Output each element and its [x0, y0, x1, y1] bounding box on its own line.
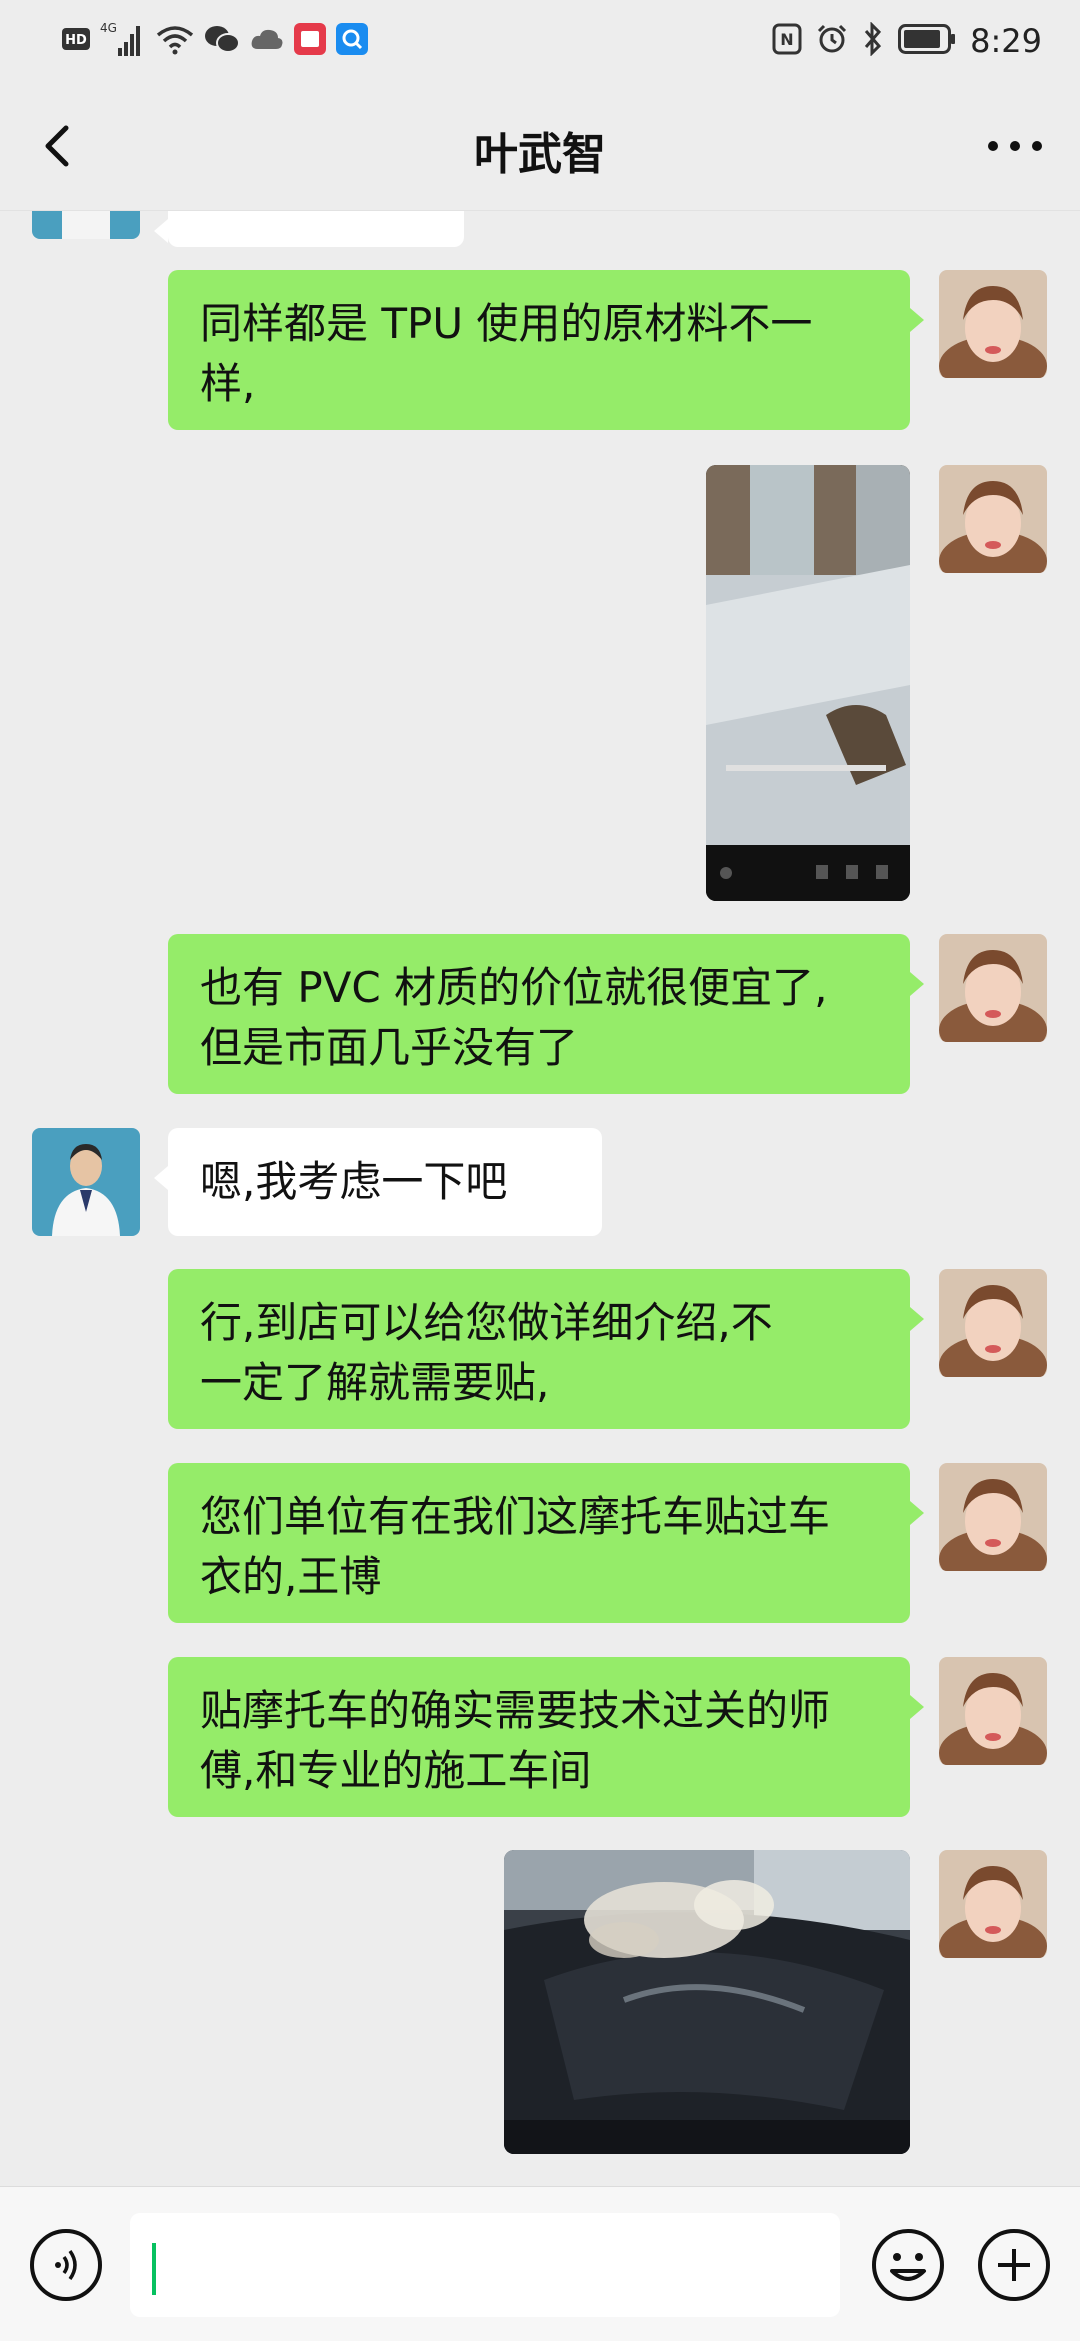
- voice-icon: [55, 2249, 77, 2281]
- emoji-icon: [872, 2229, 944, 2301]
- status-bar-right: N 8:29: [772, 20, 1042, 62]
- wifi-icon: [156, 23, 194, 59]
- svg-text:4G: 4G: [100, 21, 117, 35]
- message-line: 嗯,我考虑一下吧: [200, 1157, 508, 1206]
- cloud-icon: [250, 27, 284, 55]
- plus-button[interactable]: [978, 2229, 1050, 2301]
- message-bubble[interactable]: 贴摩托车的确实需要技术过关的师 傅,和专业的施工车间: [168, 1657, 924, 1817]
- contact-avatar[interactable]: [32, 211, 140, 239]
- my-avatar[interactable]: [939, 465, 1047, 573]
- hd-icon: HD: [62, 28, 90, 54]
- my-avatar[interactable]: [939, 934, 1047, 1042]
- message-bubble[interactable]: 您们单位有在我们这摩托车贴过车 衣的,王博: [168, 1463, 924, 1623]
- my-avatar[interactable]: [939, 1657, 1047, 1765]
- message-bubble[interactable]: 同样都是 TPU 使用的原材料不一 样,: [168, 270, 924, 430]
- red-app-icon: [294, 23, 326, 59]
- chat-title: 叶武智: [474, 129, 606, 180]
- status-bar-left: HD 4G: [62, 20, 368, 62]
- signal-icon: 4G: [100, 20, 146, 62]
- car-hood-image[interactable]: [504, 1850, 910, 2154]
- message-line: 傅,和专业的施工车间: [200, 1746, 592, 1795]
- chat-header: 叶武智: [0, 82, 1080, 210]
- my-avatar[interactable]: [939, 270, 1047, 378]
- my-avatar[interactable]: [939, 1463, 1047, 1571]
- message-bubble[interactable]: 行,到店可以给您做详细介绍,不 一定了解就需要贴,: [168, 1269, 924, 1429]
- svg-text:N: N: [780, 30, 793, 49]
- contact-avatar[interactable]: [32, 1128, 140, 1236]
- partial-message-bubble[interactable]: [154, 211, 464, 247]
- my-avatar[interactable]: [939, 1850, 1047, 1958]
- message-bubble[interactable]: 也有 PVC 材质的价位就很便宜了, 但是市面几乎没有了: [168, 934, 924, 1094]
- message-line: 贴摩托车的确实需要技术过关的师: [200, 1686, 831, 1735]
- message-line: 一定了解就需要贴,: [200, 1358, 550, 1407]
- message-line: 行,到店可以给您做详细介绍,不: [200, 1298, 773, 1347]
- plus-icon: [998, 2249, 1030, 2281]
- battery-icon: [898, 24, 956, 58]
- message-line: 但是市面几乎没有了: [200, 1023, 579, 1072]
- video-screenshot-image[interactable]: [706, 465, 910, 901]
- nfc-icon: N: [772, 23, 802, 59]
- alarm-icon: [816, 23, 848, 59]
- emoji-button[interactable]: [870, 2227, 946, 2303]
- message-line: 同样都是 TPU 使用的原材料不一: [200, 299, 813, 348]
- more-dots-icon: [988, 141, 1042, 151]
- message-line: 衣的,王博: [200, 1552, 382, 1601]
- more-button[interactable]: [980, 114, 1050, 178]
- message-line: 样,: [200, 359, 256, 408]
- svg-text:HD: HD: [65, 33, 87, 48]
- input-bar: [0, 2186, 1080, 2341]
- message-bubble[interactable]: 嗯,我考虑一下吧: [154, 1128, 602, 1236]
- bluetooth-icon: [862, 21, 884, 60]
- status-bar: HD 4G N 8:29: [0, 0, 1080, 82]
- chat-message-list[interactable]: 同样都是 TPU 使用的原材料不一 样, 也有 PVC 材质的价位就很便宜了, …: [0, 211, 1080, 2186]
- wechat-icon: [204, 24, 240, 58]
- message-line: 也有 PVC 材质的价位就很便宜了,: [200, 963, 828, 1012]
- blue-app-icon: [336, 23, 368, 59]
- my-avatar[interactable]: [939, 1269, 1047, 1377]
- voice-button[interactable]: [30, 2229, 102, 2301]
- message-input[interactable]: [130, 2213, 840, 2317]
- text-caret: [152, 2243, 156, 2295]
- message-line: 您们单位有在我们这摩托车贴过车: [200, 1492, 831, 1541]
- status-time: 8:29: [970, 22, 1042, 60]
